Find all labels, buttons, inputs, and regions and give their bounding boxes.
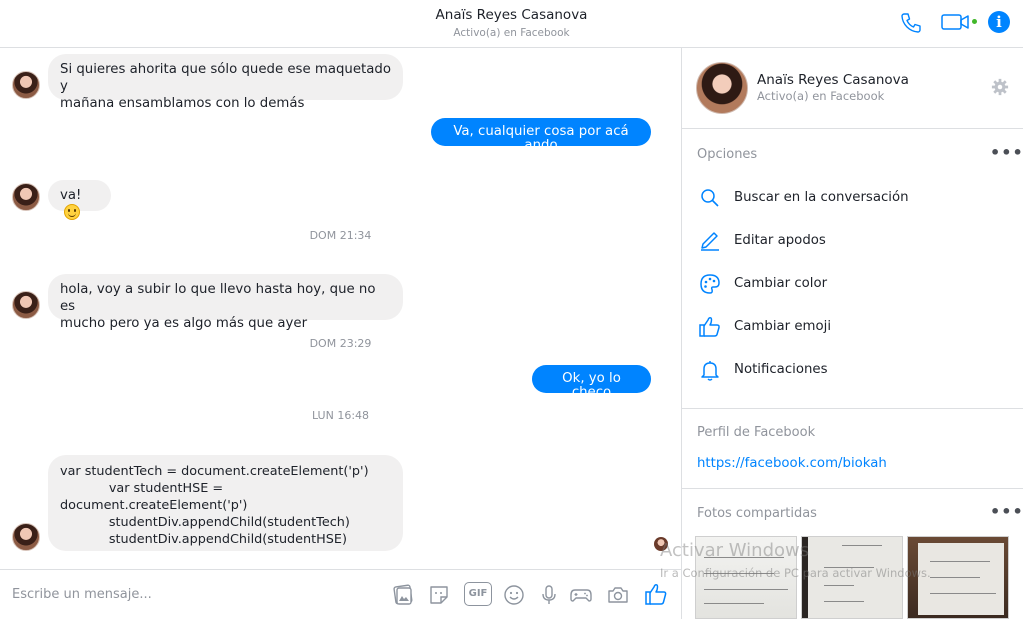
options-title: Opciones [697,147,758,162]
activation-watermark-title: Activar Windows [660,540,810,561]
divider [682,488,1023,489]
game-icon[interactable] [569,583,593,607]
bell-icon [701,361,719,381]
message-list[interactable]: Si quieres ahorita que sólo quede ese ma… [0,48,681,569]
shared-photos-more-button[interactable]: ••• [990,502,1023,521]
header-contact-name[interactable]: Anaïs Reyes Casanova [0,7,1023,23]
thumbs-up-icon [699,317,720,337]
option-edit-nicknames[interactable]: Editar apodos [682,222,1023,260]
gif-icon[interactable]: GIF [464,582,492,606]
divider [682,408,1023,409]
message-text: va! [60,188,82,203]
video-camera-icon[interactable] [941,12,971,32]
activation-watermark-subtitle: Ir a Configuración de PC para activar Wi… [660,566,931,580]
gear-icon[interactable] [991,78,1009,96]
message-input[interactable]: Escribe un mensaje... [12,587,152,602]
header-status: Activo(a) en Facebook [453,27,570,39]
option-notifications[interactable]: Notificaciones [682,351,1023,389]
facebook-profile-link[interactable]: https://facebook.com/biokah [697,456,887,471]
option-search-conversation[interactable]: Buscar en la conversación [682,179,1023,217]
conversation-header: Anaïs Reyes Casanova Activo(a) en Facebo… [0,0,1023,48]
contact-avatar[interactable] [12,523,40,551]
outgoing-message[interactable]: Va, cualquier cosa por acá ando [431,118,651,153]
timestamp: LUN 16:48 [311,409,370,422]
options-more-button[interactable]: ••• [990,143,1023,162]
option-label: Buscar en la conversación [734,190,909,205]
emoji-icon[interactable] [502,583,526,607]
like-icon[interactable] [643,581,669,607]
incoming-message[interactable]: va! [48,180,111,220]
option-change-color[interactable]: Cambiar color [682,265,1023,303]
conversation-details-panel: Anaïs Reyes Casanova Activo(a) en Facebo… [681,48,1023,619]
pencil-icon [701,232,719,251]
facebook-profile-title: Perfil de Facebook [697,425,816,440]
option-label: Editar apodos [734,233,826,248]
messenger-window: Anaïs Reyes Casanova Activo(a) en Facebo… [0,0,1023,619]
info-icon[interactable]: i [988,11,1010,33]
option-label: Cambiar emoji [734,319,832,334]
image-icon[interactable] [391,583,415,607]
divider [682,128,1023,129]
incoming-code-message[interactable]: var studentTech = document.createElement… [48,455,403,551]
phone-icon[interactable] [899,11,923,35]
timestamp: DOM 21:34 [309,229,372,242]
palette-icon [700,274,720,294]
incoming-message[interactable]: Si quieres ahorita que sólo quede ese ma… [48,54,403,111]
contact-avatar[interactable] [12,183,40,211]
shared-photos-title: Fotos compartidas [697,506,817,521]
profile-status: Activo(a) en Facebook [757,89,885,103]
camera-icon[interactable] [606,583,630,607]
profile-avatar[interactable] [696,62,748,114]
contact-avatar[interactable] [12,71,40,99]
outgoing-message[interactable]: Ok, yo lo checo [532,365,651,400]
incoming-message[interactable]: hola, voy a subir lo que llevo hasta hoy… [48,274,403,331]
contact-avatar[interactable] [12,291,40,319]
option-label: Cambiar color [734,276,828,291]
online-indicator [972,19,977,24]
option-label: Notificaciones [734,362,828,377]
search-icon [701,189,719,207]
option-change-emoji[interactable]: Cambiar emoji [682,308,1023,346]
microphone-icon[interactable] [537,583,561,607]
profile-name[interactable]: Anaïs Reyes Casanova [757,72,909,88]
sticker-icon[interactable] [427,583,451,607]
message-composer: Escribe un mensaje... GIF [0,569,681,619]
smiley-emoji-icon [64,204,80,220]
timestamp: DOM 23:29 [309,337,372,350]
